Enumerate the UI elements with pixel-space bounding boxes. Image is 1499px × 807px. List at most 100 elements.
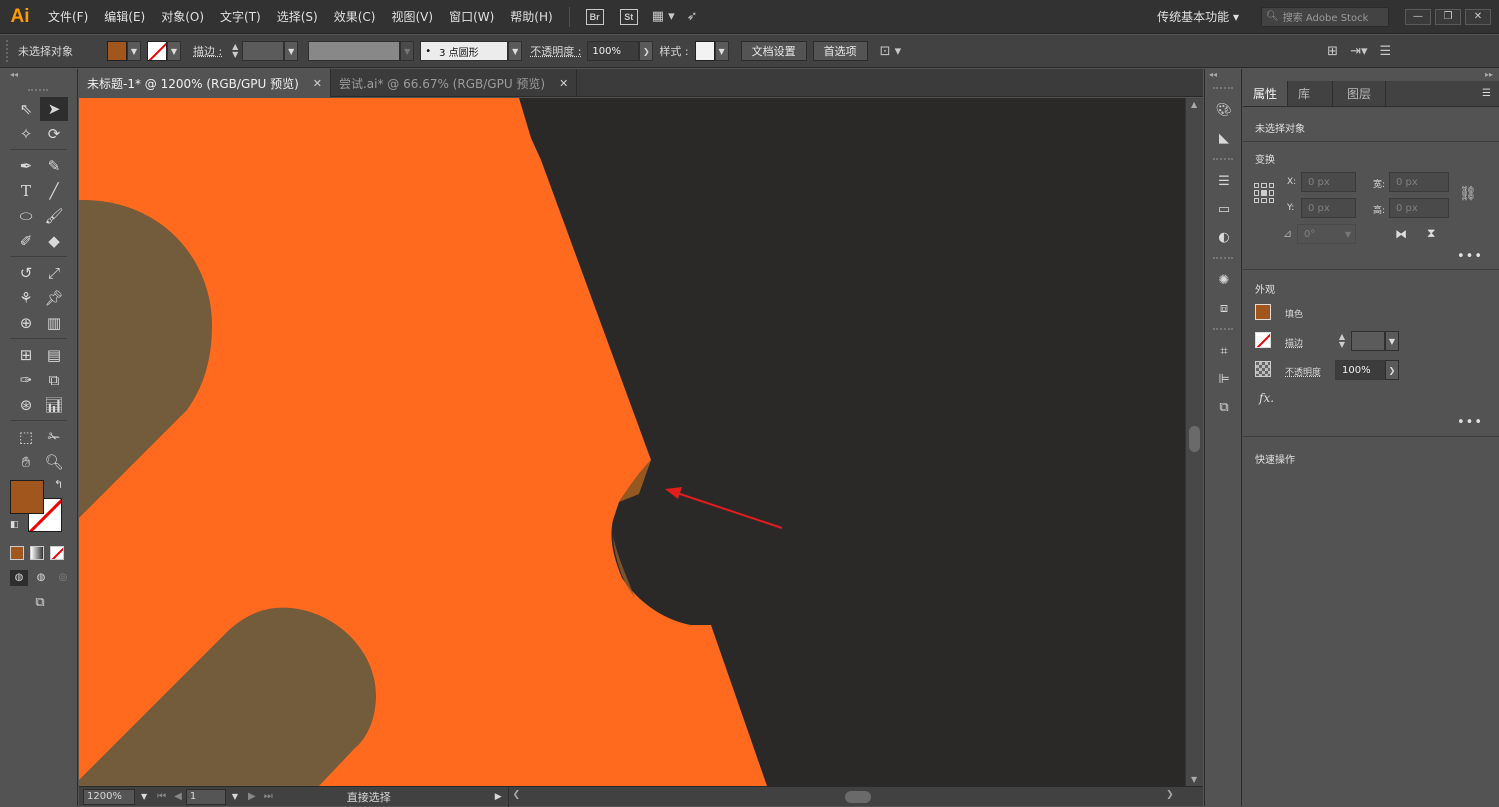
opacity-label[interactable]: 不透明度 (1285, 365, 1321, 378)
stroke-dropdown[interactable]: ▼ (167, 41, 181, 61)
appearance-stroke-swatch[interactable] (1255, 332, 1271, 348)
symbol-sprayer-tool-icon[interactable]: ⊛ (12, 393, 40, 417)
color-mode-icon[interactable] (10, 545, 24, 560)
transform-more-options-icon[interactable]: ••• (1457, 249, 1483, 264)
angle-field[interactable]: 0° ▼ (1297, 224, 1356, 244)
flip-horizontal-icon[interactable]: ⧓ (1395, 227, 1407, 241)
slice-tool-icon[interactable]: ✁ (40, 425, 68, 449)
stroke-weight-dropdown[interactable]: ▼ (1385, 331, 1399, 351)
menu-type[interactable]: 文字(T) (212, 8, 269, 25)
stroke-swatch[interactable] (147, 41, 167, 61)
line-tool-icon[interactable]: ╱ (40, 179, 68, 203)
vertical-scroll-thumb[interactable] (1189, 426, 1200, 452)
stroke-weight-stepper[interactable]: ▲ ▼ (1335, 331, 1349, 351)
previous-artboard-icon[interactable]: ◀ (174, 791, 182, 802)
style-dropdown[interactable]: ▼ (714, 41, 729, 61)
pen-tool-icon[interactable]: ✒ (12, 154, 40, 178)
direct-selection-tool-icon[interactable]: ➤ (40, 96, 68, 121)
stroke-weight-dropdown[interactable]: ▼ (284, 41, 299, 61)
draw-normal-icon[interactable]: ◍ (10, 569, 28, 586)
tab-properties[interactable]: 属性 (1243, 81, 1289, 106)
scale-tool-icon[interactable]: ⤢ (40, 261, 68, 285)
selection-tool-icon[interactable]: ⇖ (12, 97, 40, 121)
transform-panel-icon[interactable]: ⌗ (1205, 337, 1243, 365)
color-guide-icon[interactable]: ◣ (1205, 124, 1243, 152)
profile-dropdown[interactable]: ▼ (400, 41, 415, 61)
height-field[interactable]: 0 px (1389, 198, 1449, 218)
opacity-field[interactable]: 100% (587, 41, 640, 61)
panel-options-icon[interactable]: ☰ (1482, 88, 1491, 99)
zoom-field[interactable]: 1200% (83, 788, 135, 805)
ellipse-tool-icon[interactable]: ⬭ (12, 204, 40, 228)
artboard-number-field[interactable]: 1 (185, 788, 226, 805)
lasso-tool-icon[interactable]: ⟳ (40, 122, 68, 146)
menu-view[interactable]: 视图(V) (383, 8, 441, 25)
x-field[interactable]: 0 px (1301, 172, 1356, 192)
scroll-right-icon[interactable]: ❯ (1166, 790, 1174, 800)
angle-dropdown-icon[interactable]: ▼ (1345, 230, 1351, 239)
close-icon[interactable]: ✕ (559, 77, 568, 90)
menu-effect[interactable]: 效果(C) (326, 8, 384, 25)
none-mode-icon[interactable] (50, 545, 64, 560)
opacity-field[interactable]: 100% (1335, 360, 1385, 380)
minimize-button[interactable]: — (1405, 8, 1431, 25)
menu-select[interactable]: 选择(S) (269, 8, 326, 25)
status-menu-icon[interactable]: ▶ (495, 792, 502, 802)
menu-help[interactable]: 帮助(H) (502, 8, 560, 25)
stroke-panel-icon[interactable]: ☰ (1205, 167, 1243, 195)
document-setup-button[interactable]: 文档设置 (740, 41, 807, 61)
collapse-strip-icon[interactable]: ◂◂ (1205, 69, 1241, 81)
stock-icon[interactable]: St (619, 8, 638, 25)
stroke-weight-field[interactable] (1351, 331, 1385, 351)
flip-vertical-icon[interactable]: ⧗ (1427, 226, 1435, 241)
appearance-panel-icon[interactable]: ✺ (1205, 266, 1243, 294)
horizontal-scrollbar[interactable]: ❮ ❯ (507, 786, 1180, 807)
tab-trial-ai[interactable]: 尝试.ai* @ 66.67% (RGB/GPU 预览) ✕ (331, 69, 578, 97)
opacity-label[interactable]: 不透明度 : (530, 43, 581, 59)
artboard-dropdown-icon[interactable]: ▼ (232, 792, 238, 801)
bridge-icon[interactable]: Br (585, 8, 604, 25)
swap-fill-stroke-icon[interactable]: ↰ (54, 478, 63, 491)
arrange-documents-icon[interactable]: ▦ ▾ (652, 9, 675, 24)
artboard-tool-icon[interactable]: ⬚ (12, 425, 40, 449)
control-bar-grip[interactable] (6, 40, 10, 62)
warp-tool-icon[interactable]: ⚘ (12, 286, 40, 310)
tab-untitled-1[interactable]: 未标题-1* @ 1200% (RGB/GPU 预览) ✕ (79, 69, 331, 97)
stroke-label[interactable]: 描边 : (193, 43, 222, 59)
stroke-label[interactable]: 描边 (1285, 336, 1303, 349)
perspective-grid-tool-icon[interactable]: ▥ (40, 311, 68, 335)
menu-object[interactable]: 对象(O) (153, 8, 212, 25)
variable-width-profile[interactable] (308, 41, 401, 61)
artboard-canvas[interactable] (79, 98, 1185, 786)
hand-tool-icon[interactable]: ✋︎ (12, 450, 40, 474)
panel-menu-icon[interactable]: ☰ (1380, 44, 1392, 59)
scroll-up-icon[interactable]: ▲ (1191, 100, 1197, 109)
appearance-more-options-icon[interactable]: ••• (1457, 415, 1483, 430)
draw-inside-icon[interactable]: ◎ (54, 570, 72, 586)
fx-icon[interactable]: fx. (1259, 391, 1274, 405)
panel-collapse-icon[interactable]: ▸▸ (1485, 70, 1493, 79)
appearance-fill-swatch[interactable] (1255, 304, 1271, 320)
close-icon[interactable]: ✕ (313, 77, 322, 90)
next-artboard-icon[interactable]: ▶ (248, 791, 256, 802)
menu-file[interactable]: 文件(F) (40, 8, 96, 25)
gradient-mode-icon[interactable] (30, 545, 44, 560)
reference-point-icon[interactable] (1254, 183, 1274, 203)
shaper-tool-icon[interactable]: ✐ (12, 229, 40, 253)
default-colors-icon[interactable]: ◧ (10, 520, 19, 530)
blend-tool-icon[interactable]: ⧉ (40, 368, 68, 392)
vertical-scrollbar[interactable]: ▲ ▼ (1185, 98, 1203, 786)
preferences-button[interactable]: 首选项 (812, 41, 868, 61)
scroll-left-icon[interactable]: ❮ (513, 790, 521, 800)
arrange-icon[interactable]: ⊞ (1327, 44, 1338, 59)
toolbox-grip[interactable] (28, 89, 48, 92)
opacity-arrow[interactable]: ❯ (1385, 360, 1399, 380)
opacity-arrow[interactable]: ❯ (639, 41, 654, 61)
curvature-tool-icon[interactable]: ✎ (40, 154, 68, 178)
puppet-warp-tool-icon[interactable]: 📌︎ (40, 286, 68, 310)
stock-search-input[interactable]: 🔍︎ 搜索 Adobe Stock (1261, 6, 1389, 27)
brush-definition[interactable]: • 3 点圆形 (420, 41, 509, 61)
tab-layers[interactable]: 图层 (1333, 81, 1387, 106)
collapse-toolbox-icon[interactable]: ◂◂ (0, 69, 77, 81)
tab-libraries[interactable]: 库 (1288, 81, 1334, 106)
